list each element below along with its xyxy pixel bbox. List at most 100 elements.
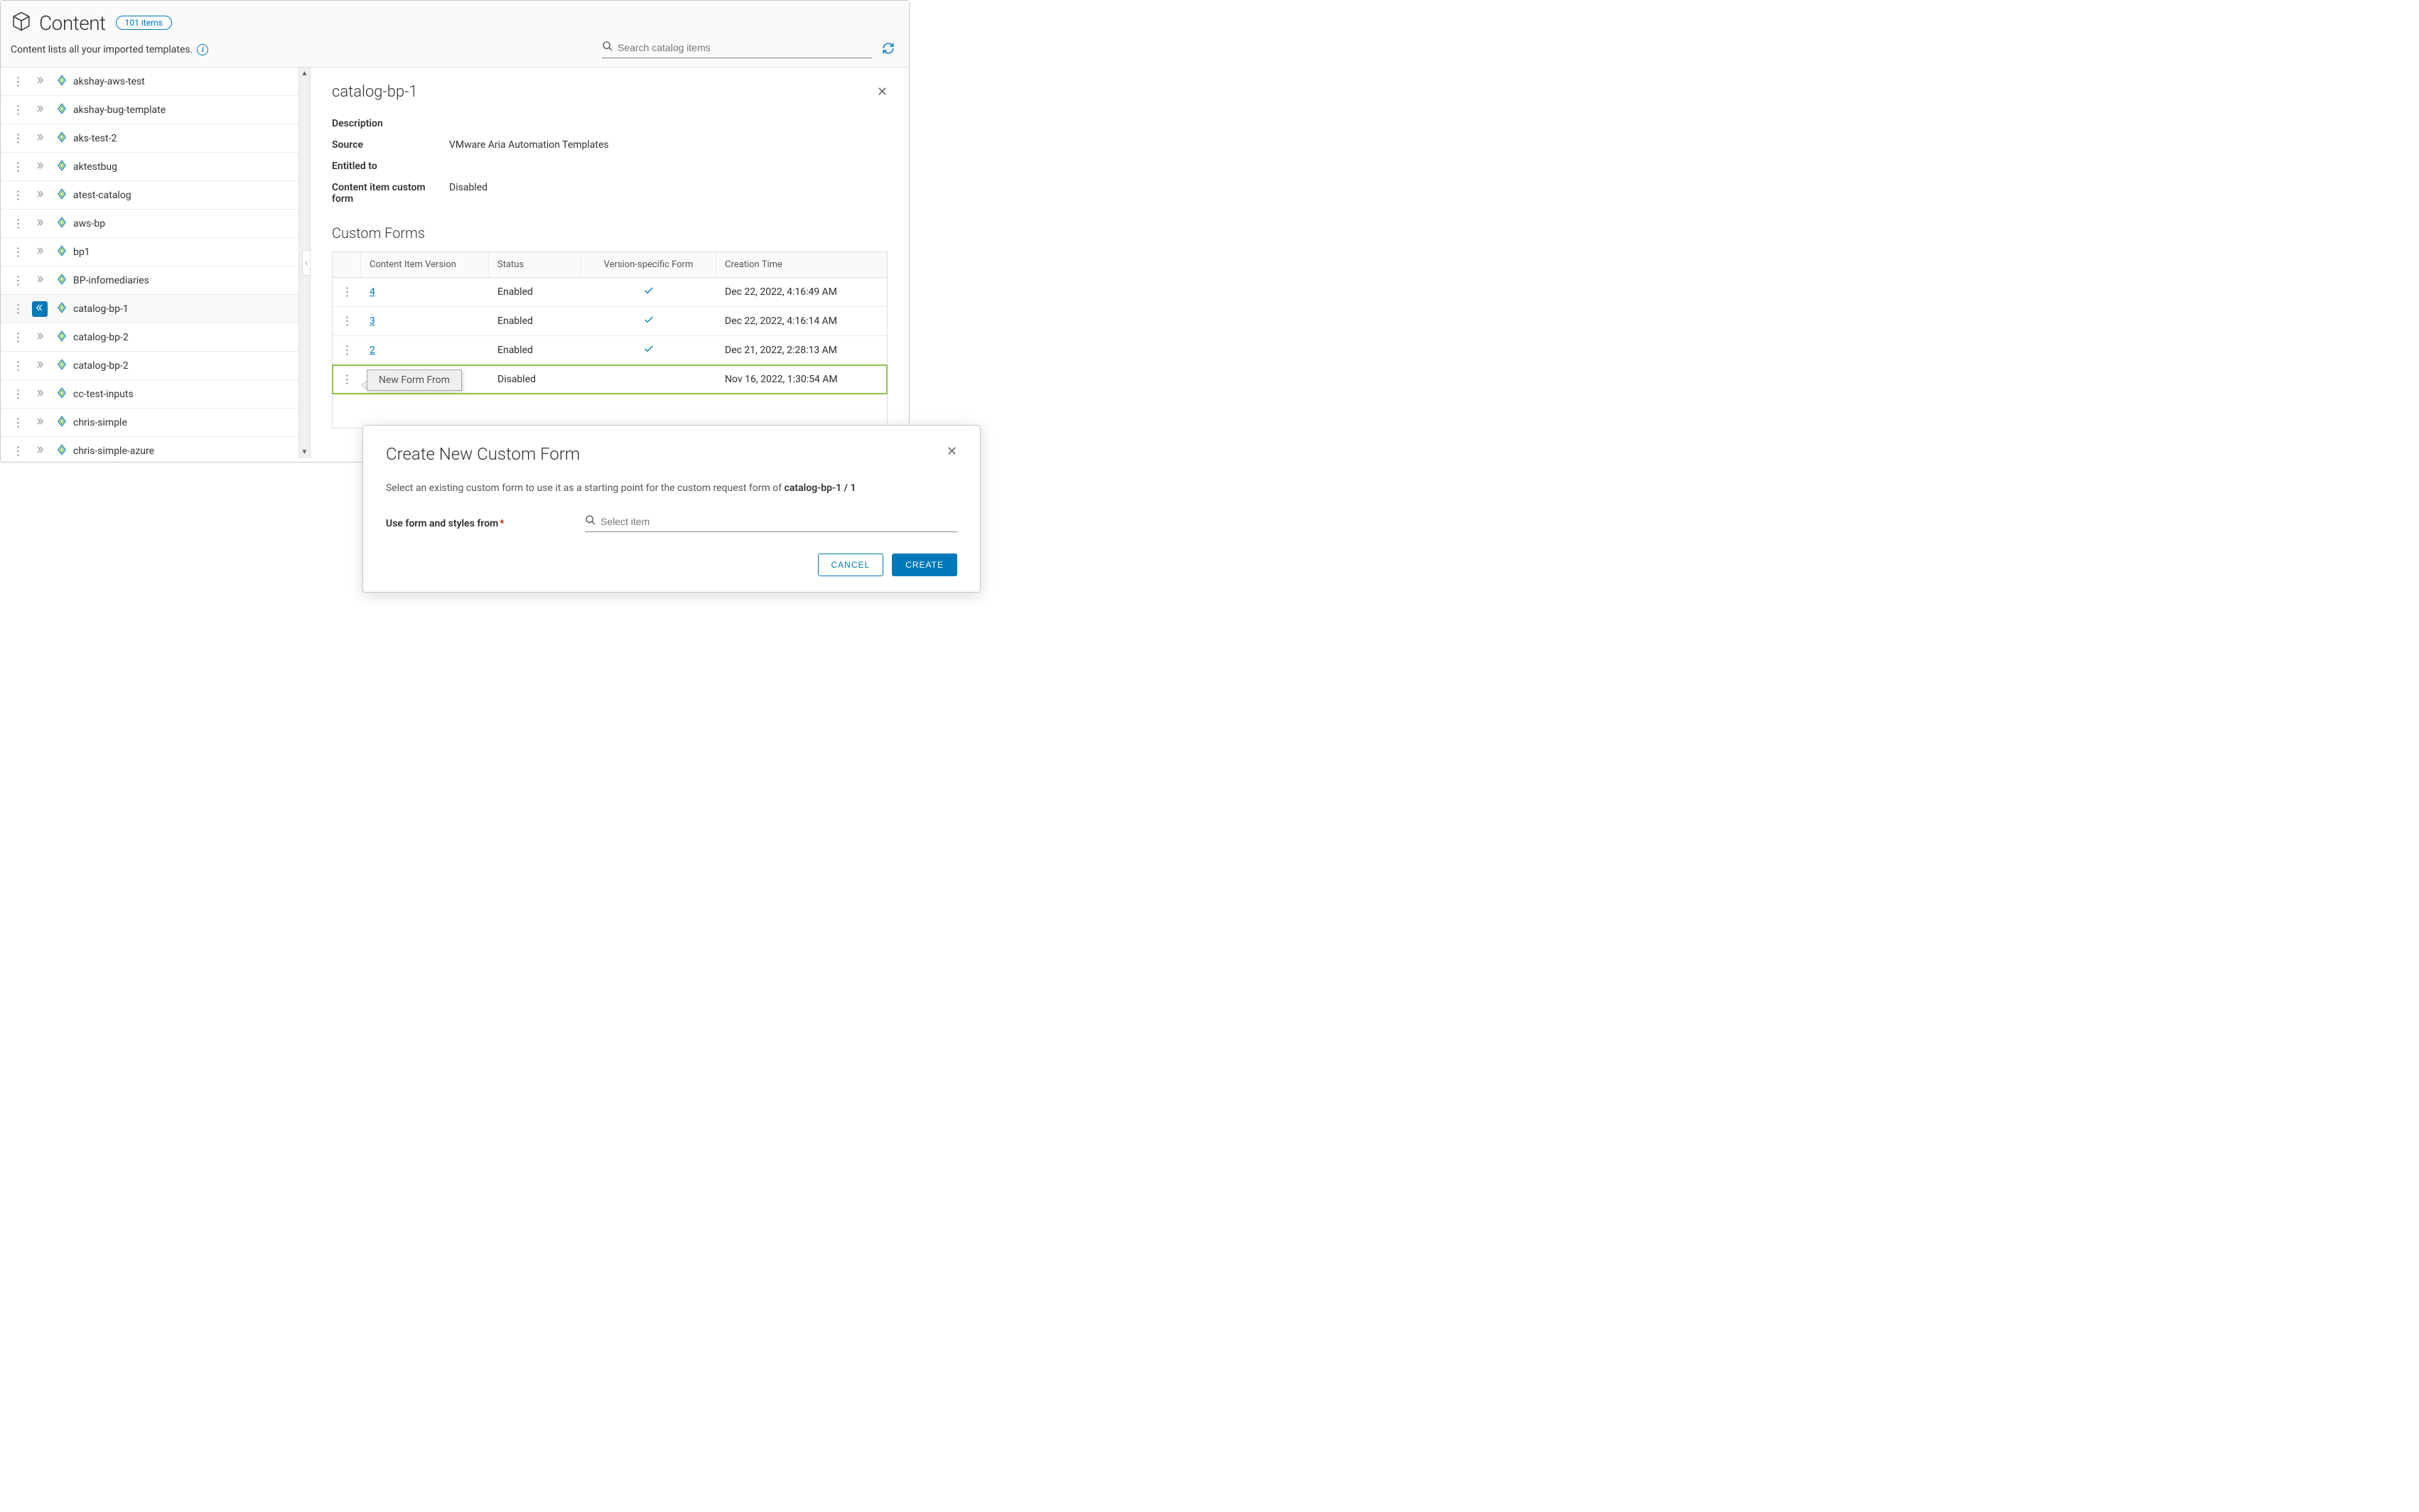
row-actions-icon[interactable]: ⋮ [8,417,28,428]
description-label: Description [332,118,449,129]
list-item-label: akshay-aws-test [73,76,145,87]
detail-title: catalog-bp-1 [332,83,418,101]
list-item[interactable]: ⋮ atest-catalog [1,181,298,210]
list-item-label: catalog-bp-2 [73,360,129,372]
list-item[interactable]: ⋮ aktestbug [1,153,298,181]
expand-toggle-icon[interactable] [32,273,48,288]
expand-toggle-icon[interactable] [32,188,48,203]
cell-version[interactable]: 3 [361,308,489,334]
blueprint-icon [52,443,72,458]
list-item[interactable]: ⋮ BP-infomediaries [1,266,298,295]
refresh-icon[interactable] [882,42,895,58]
table-row: ⋮3EnabledDec 22, 2022, 4:16:14 AM [333,307,887,336]
expand-toggle-icon[interactable] [32,330,48,345]
close-icon[interactable]: ✕ [877,85,888,99]
row-actions-icon[interactable]: ⋮ [8,161,28,173]
search-icon [585,514,596,529]
list-item-label: atest-catalog [73,190,131,201]
scroll-up-icon[interactable]: ▲ [299,68,310,79]
list-item[interactable]: ⋮akshay-bug-template [1,96,298,124]
expand-toggle-icon[interactable] [32,74,48,90]
check-icon [643,288,654,299]
list-item[interactable]: ⋮cc-test-inputs [1,380,298,409]
list-item-label: BP-infomediaries [73,275,149,286]
info-icon[interactable]: i [197,44,208,55]
list-item[interactable]: ⋮ catalog-bp-2 [1,352,298,380]
use-form-label: Use form and styles from* [386,518,571,529]
list-item[interactable]: ⋮ aks-test-2 [1,124,298,153]
list-item-label: catalog-bp-1 [73,303,129,315]
table-footer [333,394,887,428]
row-actions-icon[interactable]: ⋮ [8,446,28,457]
row-actions-icon[interactable]: ⋮ [8,104,28,116]
list-item[interactable]: ⋮chris-simple [1,409,298,437]
list-item[interactable]: ⋮bp1 [1,238,298,266]
cancel-button[interactable]: CANCEL [818,554,884,576]
row-actions-icon[interactable]: ⋮ [8,332,28,343]
page-header: Content 101 items Content lists all your… [1,1,909,68]
th-version[interactable]: Content Item Version [361,252,489,277]
blueprint-icon [52,330,72,345]
list-item[interactable]: ⋮catalog-bp-2 [1,323,298,352]
expand-toggle-icon[interactable] [32,387,48,402]
select-item-input[interactable] [600,516,957,527]
row-actions-icon[interactable]: ⋮ [8,190,28,201]
expand-toggle-icon[interactable] [32,216,48,232]
search-input[interactable] [618,42,872,53]
row-actions-icon[interactable]: ⋮ [8,133,28,144]
list-item[interactable]: ⋮chris-simple-azure [1,437,298,458]
expand-toggle-icon[interactable] [32,159,48,175]
expand-toggle-icon[interactable] [32,443,48,458]
row-actions-icon[interactable]: ⋮ [8,389,28,400]
collapse-handle-icon[interactable]: ‹ [302,250,311,276]
cell-status: Enabled [489,279,581,305]
check-icon [643,346,654,357]
row-actions-icon[interactable]: ⋮ [8,303,28,315]
search-box[interactable] [602,40,872,58]
row-actions-icon[interactable]: ⋮ [333,279,361,306]
row-actions-icon[interactable]: ⋮ [333,367,361,393]
select-item-combobox[interactable] [585,514,957,532]
cell-time: Nov 16, 2022, 1:30:54 AM [716,367,887,392]
expand-toggle-icon[interactable] [32,102,48,118]
list-item-label: aktestbug [73,161,117,173]
th-status[interactable]: Status [489,252,581,277]
cell-version[interactable]: 2 [361,338,489,363]
modal-close-icon[interactable]: ✕ [947,444,957,459]
table-row: ⋮New Form FromDisabledNov 16, 2022, 1:30… [333,365,887,394]
page-title: Content [39,11,106,35]
search-icon [602,40,613,55]
th-creation-time[interactable]: Creation Time [716,252,887,277]
list-item[interactable]: ⋮ akshay-aws-test [1,68,298,96]
create-button[interactable]: CREATE [892,554,957,576]
custom-forms-title: Custom Forms [332,225,888,242]
cell-version[interactable]: 4 [361,279,489,305]
row-actions-icon[interactable]: ⋮ [8,218,28,230]
row-actions-icon[interactable]: ⋮ [8,360,28,372]
scroll-down-icon[interactable]: ▼ [299,446,310,458]
row-actions-icon[interactable]: ⋮ [333,308,361,335]
page-subtitle: Content lists all your imported template… [11,44,208,55]
item-count-badge: 101 items [116,16,172,30]
expand-toggle-icon[interactable] [32,358,48,374]
blueprint-icon [52,273,72,288]
expand-toggle-icon[interactable] [32,131,48,146]
row-actions-icon[interactable]: ⋮ [8,76,28,87]
expand-toggle-icon[interactable] [32,244,48,260]
row-actions-icon[interactable]: ⋮ [8,275,28,286]
cell-status: Enabled [489,338,581,363]
expand-toggle-icon[interactable] [32,301,48,317]
content-list[interactable]: ⋮akshay-aws-test⋮akshay-bug-template⋮aks… [1,68,298,458]
th-version-specific[interactable]: Version-specific Form [581,252,716,277]
tooltip-new-form[interactable]: New Form From [361,372,489,387]
blueprint-icon [52,415,72,431]
row-actions-icon[interactable]: ⋮ [333,338,361,364]
modal-description: Select an existing custom form to use it… [386,481,957,496]
check-icon [643,317,654,328]
row-actions-icon[interactable]: ⋮ [8,247,28,258]
list-item[interactable]: ⋮aws-bp [1,210,298,238]
customform-label: Content item custom form [332,182,449,205]
list-item[interactable]: ⋮ catalog-bp-1 [1,295,298,323]
expand-toggle-icon[interactable] [32,415,48,431]
list-item-label: aks-test-2 [73,133,117,144]
